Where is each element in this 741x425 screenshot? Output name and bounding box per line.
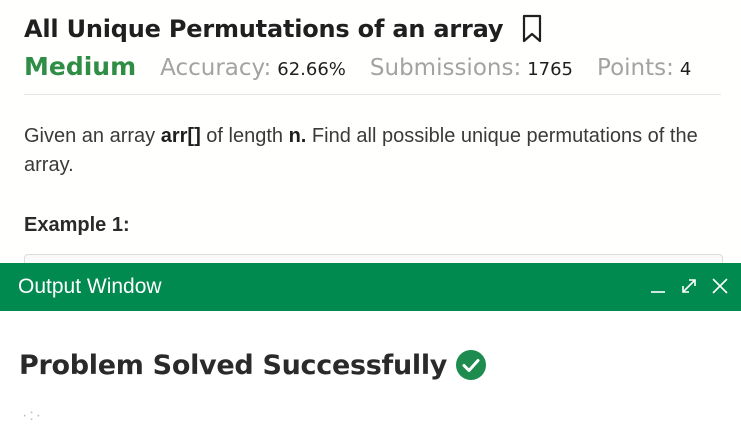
bookmark-icon[interactable] [521, 14, 543, 44]
minimize-icon[interactable] [648, 275, 670, 297]
problem-description: Given an array arr[] of length n. Find a… [24, 122, 729, 180]
submissions-label: Submissions: [369, 55, 522, 81]
description-bold-arr: arr[] [160, 125, 201, 147]
problem-header: All Unique Permutations of an array Medi… [0, 0, 741, 276]
output-window-titlebar[interactable]: Output Window [0, 263, 741, 311]
description-bold-n: n. [288, 125, 307, 147]
example-heading: Example 1: [24, 214, 130, 236]
difficulty-badge: Medium [24, 52, 137, 81]
points-value: 4 [679, 59, 692, 80]
result-row: Problem Solved Successfully [19, 349, 487, 381]
expand-icon[interactable] [678, 275, 700, 297]
problem-meta: Medium Accuracy: 62.66% Submissions: 176… [24, 52, 691, 81]
points-label: Points: [597, 55, 674, 81]
check-circle-icon [455, 349, 487, 381]
accuracy-label: Accuracy: [160, 55, 272, 81]
output-faint-text: ·:· [22, 407, 44, 424]
close-icon[interactable] [709, 275, 731, 297]
submissions-value: 1765 [527, 59, 574, 80]
header-divider [24, 94, 721, 95]
description-text: of length [200, 125, 289, 147]
description-text: Given an array [24, 125, 161, 147]
output-window-body: Problem Solved Successfully ·:· [0, 311, 741, 424]
title-row: All Unique Permutations of an array [24, 14, 543, 44]
problem-title: All Unique Permutations of an array [24, 15, 504, 43]
accuracy-value: 62.66% [277, 59, 346, 80]
result-message: Problem Solved Successfully [19, 349, 448, 381]
output-window-title: Output Window [18, 275, 162, 298]
